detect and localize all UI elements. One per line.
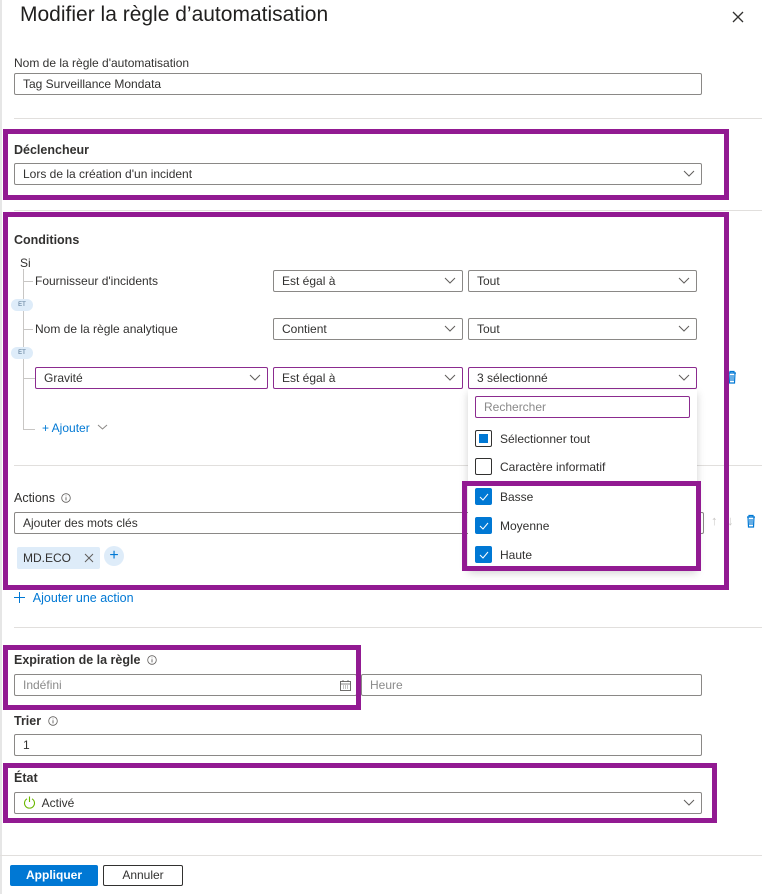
if-label: Si <box>20 256 31 270</box>
tree-branch <box>23 281 33 282</box>
divider <box>14 118 762 119</box>
chevron-down-icon <box>249 374 261 381</box>
order-label: Trier <box>14 714 42 728</box>
low-checkbox[interactable] <box>475 488 492 505</box>
expiration-date-input[interactable]: Indéfini <box>14 674 357 696</box>
option-label: Sélectionner tout <box>500 432 591 446</box>
condition-operator-dropdown[interactable]: Est égal à <box>273 367 463 389</box>
move-up-icon[interactable]: ↑ <box>711 513 718 528</box>
operator-value: Est égal à <box>282 371 336 385</box>
condition-property: Fournisseur d'incidents <box>35 274 159 288</box>
divider <box>14 627 762 628</box>
condition-value-dropdown[interactable]: Tout <box>468 318 697 340</box>
actions-label: Actions <box>14 491 55 505</box>
option-label: Moyenne <box>500 519 550 533</box>
order-label-wrap: Trier <box>14 714 58 728</box>
info-icon[interactable] <box>47 716 58 726</box>
chevron-down-icon <box>683 799 695 806</box>
rule-name-input[interactable]: Tag Surveillance Mondata <box>14 73 702 95</box>
dropdown-search-input[interactable]: Rechercher <box>475 396 690 418</box>
chevron-down-icon <box>683 170 695 177</box>
condition-operator-dropdown[interactable]: Est égal à <box>273 270 463 292</box>
trigger-label: Déclencheur <box>14 143 90 157</box>
chevron-down-icon <box>678 325 690 332</box>
property-value: Gravité <box>44 371 83 385</box>
rule-name-label: Nom de la règle d'automatisation <box>14 56 190 70</box>
conditions-label: Conditions <box>14 233 80 247</box>
option-label: Haute <box>500 548 533 562</box>
trigger-value: Lors de la création d'un incident <box>23 167 193 181</box>
condition-value-dropdown-open[interactable]: 3 sélectionné <box>468 367 697 389</box>
footer-divider <box>0 855 762 856</box>
move-down-icon[interactable]: ↓ <box>727 513 734 528</box>
add-condition-button[interactable]: + Ajouter <box>42 421 108 435</box>
condition-property-dropdown[interactable]: Gravité <box>35 367 268 389</box>
chevron-down-icon <box>678 277 690 284</box>
check-icon <box>479 522 489 530</box>
tree-branch <box>23 378 35 379</box>
check-icon <box>479 551 489 559</box>
value-text: 3 sélectionné <box>477 371 548 385</box>
close-icon[interactable] <box>729 8 747 26</box>
condition-property: Nom de la règle analytique <box>35 322 178 336</box>
delete-action-icon[interactable] <box>746 514 756 528</box>
chevron-down-icon <box>444 325 456 332</box>
add-action-button[interactable]: Ajouter une action <box>14 591 134 605</box>
condition-operator-dropdown[interactable]: Contient <box>273 318 463 340</box>
add-action-label: Ajouter une action <box>32 591 134 605</box>
actions-label-wrap: Actions <box>14 491 72 505</box>
page-title: Modifier la règle d’automatisation <box>20 3 329 26</box>
expiration-time-input[interactable]: Heure <box>361 674 702 696</box>
add-condition-label: + Ajouter <box>42 421 90 435</box>
severity-dropdown-panel: Rechercher Sélectionner tout Caractère i… <box>468 390 697 570</box>
value-text: Tout <box>477 274 500 288</box>
plus-icon <box>14 592 25 603</box>
remove-tag-icon[interactable] <box>84 553 94 563</box>
condition-value-dropdown[interactable]: Tout <box>468 270 697 292</box>
tag-chip: MD.ECO <box>17 547 101 569</box>
status-dropdown[interactable]: Activé <box>14 792 702 814</box>
high-checkbox[interactable] <box>475 546 492 563</box>
cancel-button[interactable]: Annuler <box>103 865 183 886</box>
check-icon <box>479 493 489 501</box>
medium-checkbox[interactable] <box>475 517 492 534</box>
order-input[interactable]: 1 <box>14 734 702 756</box>
status-value: Activé <box>41 796 75 810</box>
tree-branch <box>23 329 33 330</box>
and-badge: ET <box>11 347 33 359</box>
info-icon[interactable] <box>61 493 72 503</box>
info-icon[interactable] <box>147 655 157 665</box>
informational-checkbox[interactable] <box>475 458 492 475</box>
chevron-down-icon <box>678 374 690 381</box>
panel-edge <box>0 0 2 894</box>
apply-button[interactable]: Appliquer <box>10 865 98 886</box>
power-icon <box>23 796 36 809</box>
option-label: Caractère informatif <box>500 460 606 474</box>
tag-label: MD.ECO <box>23 551 71 565</box>
calendar-icon[interactable] <box>340 680 351 691</box>
chevron-down-icon <box>97 424 108 430</box>
operator-value: Contient <box>282 322 327 336</box>
trigger-dropdown[interactable]: Lors de la création d'un incident <box>14 163 702 185</box>
option-label: Basse <box>500 490 534 504</box>
expiration-label: Expiration de la règle <box>14 653 141 667</box>
and-badge: ET <box>11 299 33 311</box>
chevron-down-icon <box>444 277 456 284</box>
chevron-down-icon <box>444 374 456 381</box>
date-placeholder: Indéfini <box>23 678 62 692</box>
status-label: État <box>14 771 38 785</box>
select-all-checkbox[interactable] <box>475 430 492 447</box>
expiration-label-wrap: Expiration de la règle <box>14 653 157 667</box>
tree-branch <box>23 429 35 430</box>
operator-value: Est égal à <box>282 274 336 288</box>
delete-condition-icon[interactable] <box>727 370 737 384</box>
divider <box>14 210 762 211</box>
add-tag-button[interactable]: + <box>104 546 124 566</box>
value-text: Tout <box>477 322 500 336</box>
